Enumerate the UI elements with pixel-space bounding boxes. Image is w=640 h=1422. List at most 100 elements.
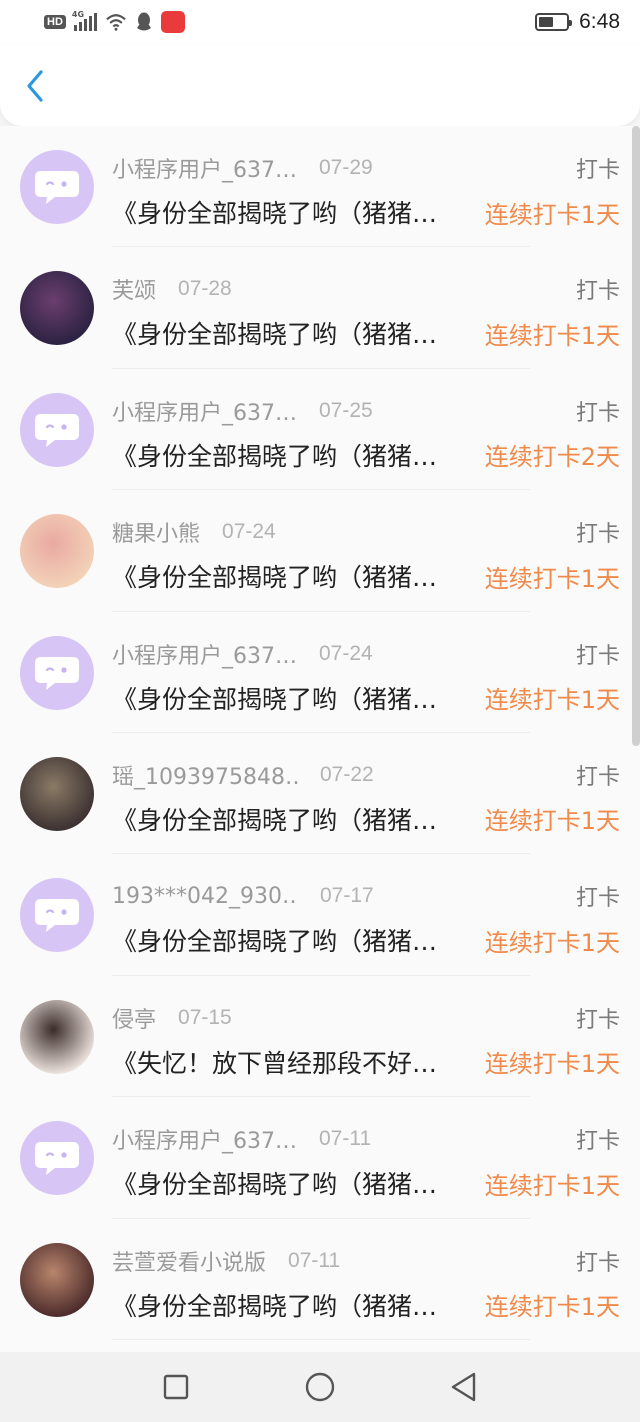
chat-bubble-icon <box>35 171 79 204</box>
list-item[interactable]: 芙颂 07-28 打卡 《身份全部揭晓了哟（猪猪… 连续打卡1天 <box>0 247 640 369</box>
streak-label: 连续打卡1天 <box>484 200 620 229</box>
default-avatar[interactable] <box>20 635 94 710</box>
activity-type: 打卡 <box>575 279 620 305</box>
username[interactable]: 糖果小熊 <box>112 516 200 548</box>
streak-label: 连续打卡1天 <box>484 807 620 836</box>
username[interactable]: 小程序用户_637… <box>112 152 297 184</box>
nav-back-button[interactable] <box>447 1370 481 1404</box>
book-title[interactable]: 《身份全部揭晓了哟（猪猪… <box>112 1165 464 1201</box>
streak-label: 连续打卡1天 <box>484 928 620 957</box>
back-button[interactable] <box>18 66 52 106</box>
username[interactable]: 侵亭 <box>112 1002 156 1034</box>
checkin-date: 07-11 <box>319 1127 372 1151</box>
checkin-date: 07-15 <box>178 1005 232 1029</box>
item-body: 《身份全部揭晓了哟（猪猪… 连续打卡1天 <box>112 920 620 960</box>
recent-apps-button[interactable] <box>159 1370 193 1404</box>
clock: 6:48 <box>579 10 620 33</box>
item-body: 《身份全部揭晓了哟（猪猪… 连续打卡1天 <box>112 1163 620 1203</box>
item-body: 《身份全部揭晓了哟（猪猪… 连续打卡1天 <box>112 313 620 353</box>
item-body: 《身份全部揭晓了哟（猪猪… 连续打卡2天 <box>112 435 620 475</box>
user-avatar[interactable] <box>20 1242 94 1317</box>
username[interactable]: 芸萱爱看小说版 <box>112 1245 266 1277</box>
default-avatar[interactable] <box>20 878 94 953</box>
streak-label: 连续打卡1天 <box>484 1293 620 1322</box>
book-title[interactable]: 《身份全部揭晓了哟（猪猪… <box>112 437 464 473</box>
item-body: 《身份全部揭晓了哟（猪猪… 连续打卡1天 <box>112 678 620 718</box>
book-title[interactable]: 《身份全部揭晓了哟（猪猪… <box>112 1287 464 1323</box>
item-meta: 小程序用户_637… 07-24 打卡 <box>112 636 620 672</box>
chat-bubble-icon <box>35 413 79 447</box>
streak-label: 连续打卡1天 <box>484 686 620 715</box>
item-body: 《身份全部揭晓了哟（猪猪… 连续打卡1天 <box>112 556 620 596</box>
triangle-back-icon <box>451 1372 476 1402</box>
book-title[interactable]: 《身份全部揭晓了哟（猪猪… <box>112 558 464 594</box>
user-avatar[interactable] <box>20 271 94 346</box>
system-nav-bar <box>0 1352 640 1422</box>
activity-type: 打卡 <box>575 643 620 669</box>
user-avatar[interactable] <box>20 514 94 589</box>
qq-icon <box>136 12 151 31</box>
chat-bubble-icon <box>35 1142 79 1176</box>
activity-type: 打卡 <box>575 1129 620 1155</box>
checkin-date: 07-11 <box>288 1248 341 1272</box>
item-meta: 193***042_930… 07-17 打卡 <box>112 878 620 914</box>
username[interactable]: 瑶_1093975848… <box>112 759 298 791</box>
item-body: 《身份全部揭晓了哟（猪猪… 连续打卡1天 <box>112 799 620 839</box>
book-title[interactable]: 《身份全部揭晓了哟（猪猪… <box>112 801 464 837</box>
default-avatar[interactable] <box>20 150 94 224</box>
username[interactable]: 小程序用户_637… <box>112 1123 297 1155</box>
streak-label: 连续打卡1天 <box>484 1050 620 1079</box>
username[interactable]: 小程序用户_637… <box>112 395 297 427</box>
streak-label: 连续打卡1天 <box>484 1171 620 1200</box>
checkin-date: 07-24 <box>222 520 276 544</box>
activity-type: 打卡 <box>575 522 620 548</box>
list-item[interactable]: 193***042_930… 07-17 打卡 《身份全部揭晓了哟（猪猪… 连续打卡1天 <box>0 854 640 976</box>
square-icon <box>163 1374 189 1400</box>
book-title[interactable]: 《失忆！放下曾经那段不好… <box>112 1044 464 1080</box>
book-title[interactable]: 《身份全部揭晓了哟（猪猪… <box>112 315 464 351</box>
list-item[interactable]: 糖果小熊 07-24 打卡《身份全部揭晓了哟（猪猪… 连续打卡1天 <box>0 490 640 612</box>
book-title[interactable]: 《身份全部揭晓了哟（猪猪… <box>112 922 464 958</box>
list-item[interactable]: 小程序用户_637… 07-24 打卡 《身份全部揭晓了哟（猪猪… 连续打卡1天 <box>0 612 640 733</box>
item-meta: 小程序用户_637… 07-29 打卡 <box>112 150 620 186</box>
divider <box>112 1338 530 1340</box>
header <box>0 44 640 126</box>
scrollbar[interactable] <box>632 126 640 746</box>
home-button[interactable] <box>303 1370 337 1404</box>
item-body: 《身份全部揭晓了哟（猪猪… 连续打卡1天 <box>112 1285 620 1325</box>
username[interactable]: 芙颂 <box>112 273 156 305</box>
checkin-list[interactable]: 小程序用户_637… 07-29 打卡 《身份全部揭晓了哟（猪猪… 连续打卡1天 芙颂 07… <box>0 126 640 1352</box>
list-item[interactable]: 小程序用户_637… 07-11 打卡《身份全部揭晓了哟（猪猪… 连续打卡1天 <box>0 1097 640 1219</box>
default-avatar[interactable] <box>20 392 94 467</box>
item-body: 《失忆！放下曾经那段不好… 连续打卡1天 <box>112 1042 620 1082</box>
chevron-left-icon <box>27 70 43 102</box>
item-meta: 芸萱爱看小说版 07-11 打卡 <box>112 1243 620 1279</box>
username[interactable]: 193***042_930… <box>112 884 298 909</box>
list-item[interactable]: 小程序用户_637… 07-29 打卡 《身份全部揭晓了哟（猪猪… 连续打卡1天 <box>0 126 640 248</box>
list-item[interactable]: 瑶_1093975848… 07-22 打卡 《身份全部揭晓了哟（猪猪… 连续打卡1天 <box>0 733 640 855</box>
checkin-date: 07-29 <box>319 156 373 179</box>
username[interactable]: 小程序用户_637… <box>112 638 297 670</box>
user-avatar[interactable] <box>20 999 94 1074</box>
streak-label: 连续打卡2天 <box>484 443 620 472</box>
item-meta: 瑶_1093975848… 07-22 打卡 <box>112 757 620 793</box>
item-meta: 小程序用户_637… 07-25 打卡 <box>112 393 620 429</box>
book-title[interactable]: 《身份全部揭晓了哟（猪猪… <box>112 680 464 716</box>
activity-type: 打卡 <box>575 886 620 912</box>
activity-type: 打卡 <box>575 400 620 426</box>
user-avatar[interactable] <box>20 756 94 831</box>
circle-icon <box>305 1372 335 1402</box>
app-notification-icon <box>160 11 185 33</box>
default-avatar[interactable] <box>20 1121 94 1196</box>
chat-bubble-icon <box>35 656 79 690</box>
activity-type: 打卡 <box>575 1250 620 1276</box>
list-item[interactable]: 小程序用户_637… 07-25 打卡 《身份全部揭晓了哟（猪猪… 连续打卡2天 <box>0 369 640 491</box>
activity-type: 打卡 <box>575 764 620 790</box>
item-meta: 侵亭 07-15 打卡 <box>112 1000 620 1036</box>
list-item[interactable]: 芸萱爱看小说版 07-11 打卡《身份全部揭晓了哟（猪猪… 连续打卡1天 <box>0 1219 640 1340</box>
wifi-icon <box>106 14 126 31</box>
book-title[interactable]: 《身份全部揭晓了哟（猪猪… <box>112 194 464 230</box>
signal-icon: 4G <box>72 10 97 31</box>
streak-label: 连续打卡1天 <box>484 564 620 593</box>
list-item[interactable]: 侵亭 07-15 打卡 《失忆！放下曾经那段不好… 连续打卡1天 <box>0 976 640 1098</box>
